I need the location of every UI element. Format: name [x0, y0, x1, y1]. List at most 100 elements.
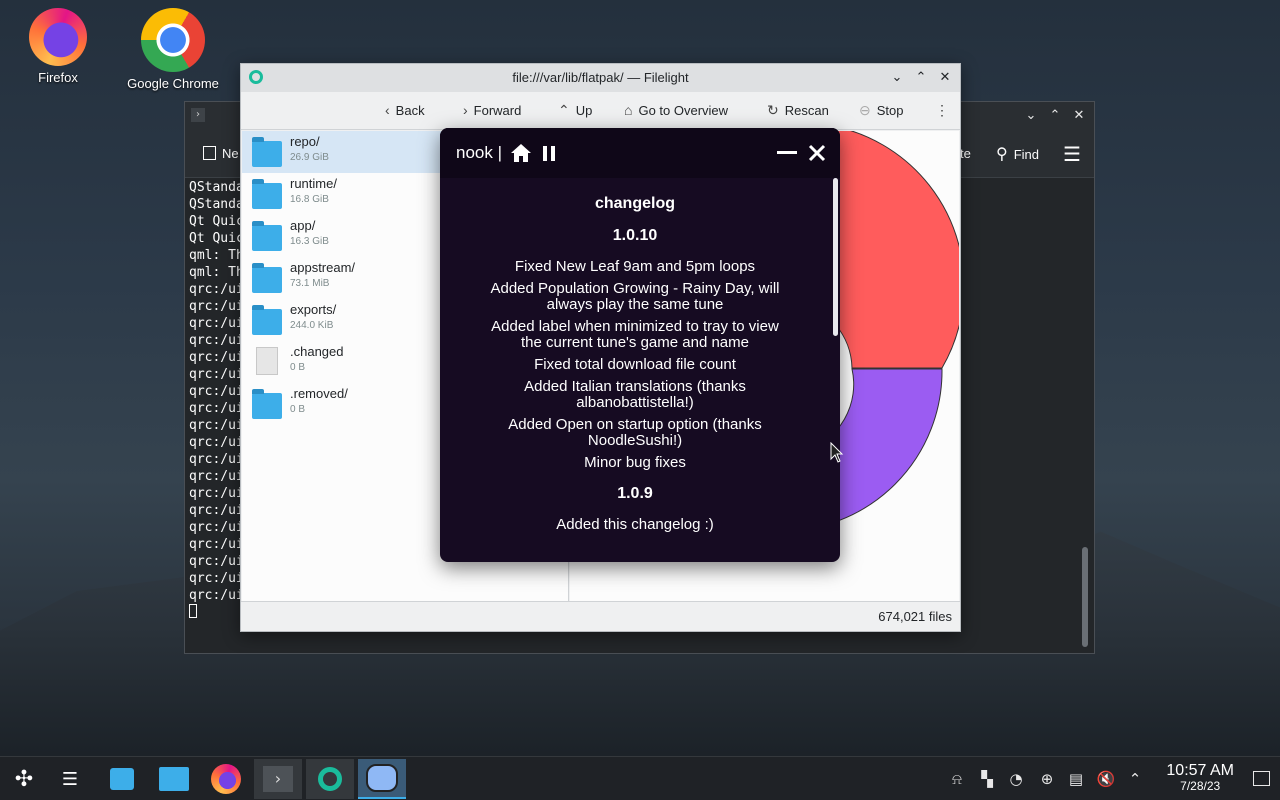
settings-sliders-icon: ☰	[61, 768, 79, 790]
nook-raccoon-icon	[366, 764, 398, 792]
terminal-scrollbar[interactable]	[1082, 547, 1088, 647]
stop-button[interactable]: ⊖ Stop	[859, 102, 903, 119]
up-label: Up	[575, 103, 593, 118]
folder-icon	[252, 137, 282, 167]
desktop-icon-firefox[interactable]: Firefox	[3, 8, 113, 86]
overview-label: Go to Overview	[638, 102, 729, 118]
version-heading: 1.0.9	[617, 485, 653, 502]
pause-icon[interactable]	[541, 145, 557, 162]
desktop-icon-chrome[interactable]: Google Chrome	[118, 8, 228, 92]
filelight-taskbar-button[interactable]	[306, 759, 354, 799]
store-bag-icon	[110, 768, 134, 790]
find-button[interactable]: ⚲ Find	[996, 144, 1039, 164]
system-settings-button[interactable]: ☰	[46, 759, 94, 799]
version-heading: 1.0.10	[612, 227, 658, 244]
new-tab-button[interactable]: Ne	[203, 146, 239, 161]
folder-icon	[252, 263, 282, 293]
home-icon: ⌂	[624, 102, 633, 118]
rescan-button[interactable]: ↻ Rescan	[767, 102, 829, 119]
maximize-icon[interactable]: ⌃	[912, 69, 930, 87]
folder-icon	[159, 767, 189, 791]
nook-scrollbar[interactable]	[833, 178, 838, 336]
entry-size: 73.1 MiB	[290, 278, 330, 289]
file-count: 674,021 files	[878, 609, 952, 624]
folder-icon	[252, 179, 282, 209]
entry-name: exports/	[290, 302, 337, 317]
digital-clock[interactable]: 10:57 AM 7/28/23	[1166, 762, 1234, 793]
clock-time: 10:57 AM	[1166, 762, 1234, 779]
application-launcher-button[interactable]: ✣	[0, 759, 48, 799]
chevron-right-icon: ›	[463, 102, 468, 118]
terminal-icon: ›	[263, 766, 293, 792]
back-label: Back	[395, 102, 425, 118]
overflow-menu-button[interactable]: ⋮	[935, 102, 949, 119]
entry-size: 244.0 KiB	[290, 320, 334, 331]
minimize-icon[interactable]: ⌄	[1022, 107, 1040, 125]
chrome-icon	[141, 8, 205, 72]
steamos-launcher-icon: ✣	[14, 766, 34, 792]
nook-title: nook |	[456, 143, 503, 162]
desktop-icon-label: Google Chrome	[127, 76, 219, 91]
entry-name: appstream/	[290, 260, 356, 275]
clock-date: 7/28/23	[1180, 779, 1221, 793]
folder-icon	[252, 221, 282, 251]
changelog-item: Added Italian translations (thanks alban…	[524, 378, 746, 411]
minimize-icon[interactable]: ⌄	[888, 69, 906, 87]
firefox-taskbar-button[interactable]	[202, 759, 250, 799]
nook-header[interactable]: nook |	[440, 128, 840, 178]
search-icon: ⚲	[996, 146, 1008, 163]
desktop-icon-label: Firefox	[38, 70, 78, 85]
filelight-titlebar[interactable]: file:///var/lib/flatpak/ — Filelight ⌄ ⌃…	[241, 64, 960, 92]
show-desktop-icon[interactable]	[1253, 771, 1270, 786]
changelog-item: Fixed total download file count	[534, 356, 736, 373]
folder-icon	[252, 305, 282, 335]
dolphin-button[interactable]	[150, 759, 198, 799]
entry-size: 26.9 GiB	[290, 152, 329, 163]
changelog-panel[interactable]: changelog 1.0.10 Fixed New Leaf 9am and …	[440, 178, 830, 562]
back-button[interactable]: ‹ Back	[385, 102, 425, 118]
forward-button[interactable]: › Forward	[463, 102, 521, 118]
konsole-taskbar-button[interactable]: ›	[254, 759, 302, 799]
entry-size: 16.8 GiB	[290, 194, 329, 205]
changelog-item: Minor bug fixes	[584, 454, 686, 471]
paste-button-partial[interactable]: te	[960, 146, 971, 161]
new-tab-icon	[203, 146, 216, 160]
klipper-icon[interactable]: ▚	[977, 769, 997, 789]
volume-muted-icon[interactable]: 🔇	[1096, 769, 1116, 789]
minimize-icon[interactable]	[777, 151, 797, 155]
entry-size: 16.3 GiB	[290, 236, 329, 247]
nook-taskbar-button[interactable]	[358, 759, 406, 799]
close-icon[interactable]: ✕	[936, 69, 954, 87]
taskbar: ✣ ☰ › ⍾ ▚ ◔ ⊕ ▤ 🔇 ⌃ 10:57 AM 7/28/23	[0, 756, 1280, 800]
maximize-icon[interactable]: ⌃	[1046, 107, 1064, 125]
hamburger-menu-icon[interactable]: ☰	[1063, 142, 1081, 167]
changelog-item: Added Population Growing - Rainy Day, wi…	[490, 280, 780, 313]
terminal-app-icon: ›	[191, 108, 205, 122]
chevron-up-icon: ⌃	[558, 102, 570, 118]
updates-icon[interactable]: ⊕	[1037, 769, 1057, 789]
file-icon	[256, 347, 278, 375]
up-button[interactable]: ⌃ Up	[558, 102, 592, 119]
home-icon[interactable]	[510, 143, 532, 163]
chevron-up-icon[interactable]: ⌃	[1125, 769, 1145, 789]
changelog-item: Added label when minimized to tray to vi…	[491, 318, 779, 351]
forward-label: Forward	[473, 102, 522, 118]
new-tab-label: Ne	[222, 146, 239, 161]
close-icon[interactable]: ✕	[1070, 107, 1088, 125]
changelog-item: Added this changelog :)	[556, 516, 714, 533]
entry-name: runtime/	[290, 176, 337, 191]
folder-icon	[252, 389, 282, 419]
discover-button[interactable]	[98, 759, 146, 799]
chevron-left-icon: ‹	[385, 102, 390, 118]
filelight-icon	[318, 767, 342, 791]
go-to-overview-button[interactable]: ⌂ Go to Overview	[624, 102, 728, 118]
close-icon[interactable]	[808, 144, 826, 162]
stop-label: Stop	[876, 103, 904, 118]
find-label: Find	[1013, 147, 1040, 162]
notification-bell-icon[interactable]: ⍾	[947, 769, 967, 789]
performance-gauge-icon[interactable]: ◔	[1006, 769, 1026, 789]
nook-window: nook | changelog 1.0.10 Fixed New Leaf 9…	[440, 128, 840, 562]
clipboard-icon[interactable]: ▤	[1066, 769, 1086, 789]
entry-name: .removed/	[290, 386, 348, 401]
stop-icon: ⊖	[859, 102, 871, 118]
